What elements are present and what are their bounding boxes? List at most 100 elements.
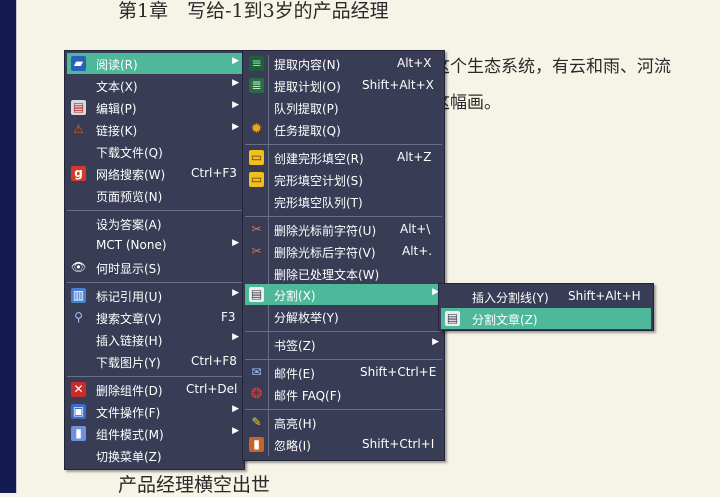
menu-item-insert-link[interactable]: 插入链接(H) ▶: [67, 329, 242, 350]
menu-item-delete-processed-text-label: 删除已处理文本(W): [274, 268, 380, 282]
extract-icon: ≡: [249, 56, 264, 71]
shortcut-label: Alt+.: [402, 244, 433, 258]
menu-item-highlight[interactable]: ✎ 高亮(H): [245, 412, 442, 433]
menu-item-extract-plan-label: 提取计划(O): [274, 80, 341, 94]
submenu-arrow-icon: ▶: [232, 426, 239, 436]
shortcut-label: F3: [221, 310, 236, 324]
menu-item-search-article-label: 搜索文章(V): [96, 312, 162, 326]
submenu-arrow-icon: ▶: [232, 332, 239, 342]
cut-before-icon: ✂: [251, 222, 262, 236]
cloze-plan-icon: ▭: [249, 172, 264, 187]
paragraph-line-1: 这个生态系统，有云和雨、河流: [433, 57, 671, 77]
shortcut-label: Shift+Ctrl+I: [362, 437, 435, 451]
delete-icon: ✕: [71, 382, 86, 397]
menu-item-queue-extract-label: 队列提取(P): [274, 102, 339, 116]
menu-item-read[interactable]: ▰ 阅读(R) ▶: [67, 53, 242, 74]
editor-left-sidebar: [0, 0, 17, 493]
menu-item-extract-plan[interactable]: ≣ 提取计划(O) Shift+Alt+X: [245, 75, 442, 96]
lifebuoy-icon: ❂: [250, 386, 263, 402]
split-icon: ▤: [249, 287, 264, 302]
menu-item-web-search[interactable]: g 网络搜索(W) Ctrl+F3: [67, 163, 242, 184]
menu-item-delete-processed-text[interactable]: 删除已处理文本(W): [245, 263, 442, 284]
submenu-arrow-icon: ▶: [232, 238, 239, 248]
menu-item-text[interactable]: 文本(X) ▶: [67, 75, 242, 96]
menu-item-mct[interactable]: MCT (None) ▶: [67, 235, 242, 256]
menu-item-mark-reference[interactable]: ▥ 标记引用(U) ▶: [67, 285, 242, 306]
split-submenu: 插入分割线(Y) Shift+Alt+H ▤ 分割文章(Z): [438, 283, 654, 331]
menu-item-when-display[interactable]: 👁 何时显示(S): [67, 257, 242, 278]
menu-separator: [67, 282, 242, 283]
menu-item-insert-split-line[interactable]: 插入分割线(Y) Shift+Alt+H: [441, 286, 651, 307]
shortcut-label: Ctrl+Del: [186, 382, 238, 396]
menu-item-page-preview-label: 页面预览(N): [96, 190, 163, 204]
menu-item-page-preview[interactable]: 页面预览(N): [67, 185, 242, 206]
menu-item-component-mode[interactable]: ▮ 组件模式(M) ▶: [67, 423, 242, 444]
shortcut-label: Shift+Alt+X: [362, 78, 434, 92]
menu-item-insert-split-line-label: 插入分割线(Y): [472, 291, 549, 305]
menu-item-edit[interactable]: ▤ 编辑(P) ▶: [67, 97, 242, 118]
menu-separator: [245, 359, 442, 360]
menu-item-delete-component[interactable]: ✕ 删除组件(D) Ctrl+Del: [67, 379, 242, 400]
menu-separator: [245, 409, 442, 410]
menu-item-component-mode-label: 组件模式(M): [96, 428, 164, 442]
menu-item-split-article-label: 分割文章(Z): [472, 313, 538, 327]
menu-item-create-cloze-label: 创建完形填空(R): [274, 152, 364, 166]
menu-item-delete-before-cursor[interactable]: ✂ 删除光标前字符(U) Alt+\: [245, 219, 442, 240]
menu-separator: [245, 216, 442, 217]
menu-separator: [245, 144, 442, 145]
submenu-arrow-icon: ▶: [232, 404, 239, 414]
menu-item-split-label: 分割(X): [274, 289, 316, 303]
menu-item-ignore[interactable]: ▮ 忽略(I) Shift+Ctrl+I: [245, 434, 442, 455]
menu-item-download-file[interactable]: 下载文件(Q): [67, 141, 242, 162]
ignore-icon: ▮: [249, 437, 264, 452]
menu-separator: [67, 376, 242, 377]
menu-item-mail-faq[interactable]: ❂ 邮件 FAQ(F): [245, 384, 442, 405]
menu-item-cloze-plan-label: 完形填空计划(S): [274, 174, 363, 188]
menu-item-task-extract[interactable]: ✹ 任务提取(Q): [245, 119, 442, 140]
book-icon: ▰: [71, 56, 86, 71]
menu-item-download-image[interactable]: 下载图片(Y) Ctrl+F8: [67, 351, 242, 372]
menu-item-delete-component-label: 删除组件(D): [96, 384, 163, 398]
gear-icon: ✹: [250, 121, 263, 137]
menu-separator: [67, 210, 242, 211]
menu-item-mail-faq-label: 邮件 FAQ(F): [274, 389, 342, 403]
menu-item-file-operations[interactable]: ▣ 文件操作(F) ▶: [67, 401, 242, 422]
menu-item-split[interactable]: ▤ 分割(X) ▶: [245, 284, 442, 305]
component-icon: ▮: [71, 426, 86, 441]
menu-item-delete-after-cursor-label: 删除光标后字符(V): [274, 246, 376, 260]
cloze-icon: ▭: [249, 150, 264, 165]
shortcut-label: Ctrl+F3: [191, 166, 237, 180]
menu-item-set-answer-label: 设为答案(A): [96, 218, 162, 232]
menu-item-switch-menu[interactable]: 切换菜单(Z): [67, 445, 242, 466]
menu-item-mct-label: MCT (None): [96, 238, 167, 252]
menu-item-search-article[interactable]: ⚲ 搜索文章(V) F3: [67, 307, 242, 328]
menu-item-link-label: 链接(K): [96, 124, 138, 138]
menu-item-extract-content[interactable]: ≡ 提取内容(N) Alt+X: [245, 53, 442, 74]
submenu-arrow-icon: ▶: [232, 122, 239, 132]
menu-item-task-extract-label: 任务提取(Q): [274, 124, 341, 138]
menu-item-split-article[interactable]: ▤ 分割文章(Z): [441, 308, 651, 329]
clipboard-icon: ▤: [71, 100, 86, 115]
menu-item-decompose-enum-label: 分解枚举(Y): [274, 311, 339, 325]
shortcut-label: Alt+Z: [397, 150, 432, 164]
menu-item-set-answer[interactable]: 设为答案(A): [67, 213, 242, 234]
menu-item-file-operations-label: 文件操作(F): [96, 406, 161, 420]
google-icon: g: [71, 166, 86, 181]
menu-item-decompose-enum[interactable]: 分解枚举(Y): [245, 306, 442, 327]
menu-item-bookmark-label: 书签(Z): [274, 339, 316, 353]
menu-item-highlight-label: 高亮(H): [274, 417, 317, 431]
menu-item-link[interactable]: ⚠ 链接(K) ▶: [67, 119, 242, 140]
menu-item-delete-after-cursor[interactable]: ✂ 删除光标后字符(V) Alt+.: [245, 241, 442, 262]
menu-item-queue-extract[interactable]: 队列提取(P): [245, 97, 442, 118]
menu-item-cloze-plan[interactable]: ▭ 完形填空计划(S): [245, 169, 442, 190]
menu-item-cloze-queue[interactable]: 完形填空队列(T): [245, 191, 442, 212]
link-icon: ⚠: [73, 122, 84, 136]
menu-item-create-cloze[interactable]: ▭ 创建完形填空(R) Alt+Z: [245, 147, 442, 168]
menu-item-bookmark[interactable]: 书签(Z) ▶: [245, 334, 442, 355]
menu-item-download-image-label: 下载图片(Y): [96, 356, 161, 370]
menu-item-mail[interactable]: ✉ 邮件(E) Shift+Ctrl+E: [245, 362, 442, 383]
submenu-arrow-icon: ▶: [232, 78, 239, 88]
menu-item-switch-menu-label: 切换菜单(Z): [96, 450, 162, 464]
split-article-icon: ▤: [445, 311, 460, 326]
menu-item-delete-before-cursor-label: 删除光标前字符(U): [274, 224, 377, 238]
